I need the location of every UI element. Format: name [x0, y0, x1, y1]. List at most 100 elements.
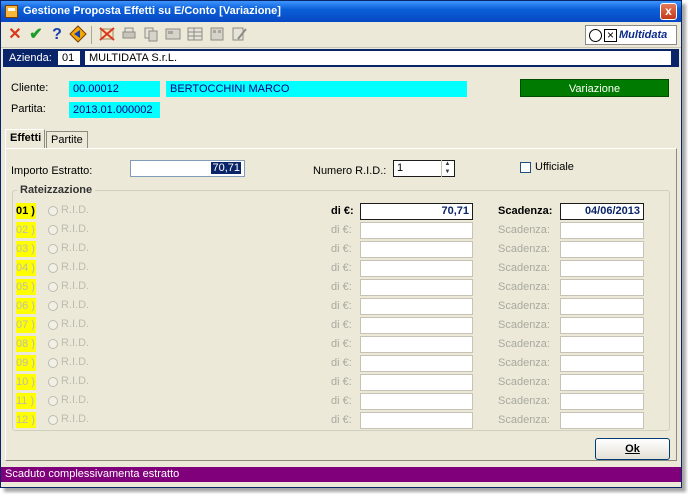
amount-label: di €:: [331, 205, 354, 217]
copy-icon[interactable]: [141, 25, 161, 45]
amount-input[interactable]: [360, 374, 473, 391]
cliente-code-field[interactable]: 00.00012: [69, 81, 160, 97]
amount-label: di €:: [331, 319, 352, 331]
rid-radio-label: R.I.D.: [61, 299, 90, 311]
title-bar[interactable]: Gestione Proposta Effetti su E/Conto [Va…: [1, 1, 681, 22]
due-date-input[interactable]: [560, 317, 644, 334]
cliente-name-field[interactable]: BERTOCCHINI MARCO: [166, 81, 467, 97]
grid-icon[interactable]: [207, 25, 227, 45]
amount-label: di €:: [331, 281, 352, 293]
rid-radio-label: R.I.D.: [61, 204, 90, 216]
numero-rid-label: Numero R.I.D.:: [313, 165, 387, 177]
amount-input[interactable]: [360, 298, 473, 315]
due-date-label: Scadenza:: [498, 319, 550, 331]
due-date-input[interactable]: [560, 298, 644, 315]
row-number: 05 ): [16, 279, 36, 295]
amount-input[interactable]: [360, 260, 473, 277]
x-box-icon: ×: [604, 29, 617, 42]
rid-radio-icon: [48, 396, 58, 406]
amount-input[interactable]: [360, 241, 473, 258]
amount-input[interactable]: [360, 355, 473, 372]
row-number: 03 ): [16, 241, 36, 257]
amount-input[interactable]: [360, 393, 473, 410]
edit-icon[interactable]: [229, 25, 249, 45]
tab-effetti[interactable]: Effetti: [5, 129, 45, 149]
amount-label: di €:: [331, 395, 352, 407]
cliente-label: Cliente:: [11, 82, 49, 94]
due-date-input[interactable]: [560, 355, 644, 372]
row-number: 11 ): [16, 393, 36, 409]
status-badge: Variazione: [520, 79, 669, 97]
due-date-label: Scadenza:: [498, 205, 553, 217]
due-date-label: Scadenza:: [498, 262, 550, 274]
due-date-input[interactable]: [560, 260, 644, 277]
amount-label: di €:: [331, 414, 352, 426]
due-date-input[interactable]: [560, 241, 644, 258]
row-number: 07 ): [16, 317, 36, 333]
azienda-bar: Azienda: 01 MULTIDATA S.r.L.: [3, 49, 679, 67]
toolbar: ✕ ✔ ? × Multidata: [1, 22, 681, 48]
delete-icon[interactable]: [97, 25, 117, 45]
help-icon[interactable]: ?: [47, 25, 67, 45]
ufficiale-checkbox[interactable]: [520, 162, 531, 173]
due-date-input[interactable]: [560, 412, 644, 429]
row-number: 06 ): [16, 298, 36, 314]
rid-radio-label: R.I.D.: [61, 337, 90, 349]
azienda-code: 01: [58, 51, 80, 65]
rid-radio-icon: [48, 377, 58, 387]
rid-radio-icon: [48, 415, 58, 425]
multidata-logo: × Multidata: [585, 25, 677, 45]
navigate-icon[interactable]: [68, 25, 88, 45]
table-icon[interactable]: [185, 25, 205, 45]
status-bar: Scaduto complessivamenta estratto: [1, 467, 681, 482]
rid-radio-icon: [48, 358, 58, 368]
due-date-input[interactable]: [560, 279, 644, 296]
ok-button[interactable]: Ok: [595, 438, 670, 460]
rid-radio-label: R.I.D.: [61, 394, 90, 406]
due-date-label: Scadenza:: [498, 224, 550, 236]
partita-label: Partita:: [11, 103, 46, 115]
amount-input[interactable]: 70,71: [360, 203, 473, 220]
due-date-input[interactable]: [560, 393, 644, 410]
amount-label: di €:: [331, 224, 352, 236]
rid-radio-label: R.I.D.: [61, 280, 90, 292]
partita-field[interactable]: 2013.01.000002: [69, 102, 160, 118]
rid-radio-icon: [48, 301, 58, 311]
toolbar-separator: [91, 26, 92, 44]
rid-radio-label: R.I.D.: [61, 223, 90, 235]
rid-radio-icon: [48, 282, 58, 292]
rid-radio-label: R.I.D.: [61, 242, 90, 254]
importo-input[interactable]: 70,71: [130, 160, 245, 177]
due-date-input[interactable]: 04/06/2013: [560, 203, 644, 220]
confirm-icon[interactable]: ✔: [26, 25, 46, 45]
amount-input[interactable]: [360, 222, 473, 239]
azienda-name: MULTIDATA S.r.L.: [85, 51, 671, 65]
due-date-input[interactable]: [560, 336, 644, 353]
amount-label: di €:: [331, 338, 352, 350]
cancel-icon[interactable]: ✕: [5, 25, 25, 45]
tab-partite[interactable]: Partite: [46, 131, 88, 149]
export-icon[interactable]: [163, 25, 183, 45]
due-date-label: Scadenza:: [498, 300, 550, 312]
row-number: 10 ): [16, 374, 36, 390]
amount-input[interactable]: [360, 317, 473, 334]
numero-rid-value: 1: [397, 162, 404, 174]
print-icon[interactable]: [119, 25, 139, 45]
amount-input[interactable]: [360, 336, 473, 353]
amount-input[interactable]: [360, 279, 473, 296]
ufficiale-label: Ufficiale: [535, 161, 574, 173]
main-window: Gestione Proposta Effetti su E/Conto [Va…: [0, 0, 682, 488]
rid-radio-icon: [48, 244, 58, 254]
row-number: 12 ): [16, 412, 36, 428]
amount-input[interactable]: [360, 412, 473, 429]
numero-rid-spinner[interactable]: ▲ ▼: [441, 160, 453, 177]
due-date-input[interactable]: [560, 222, 644, 239]
window-close-button[interactable]: x: [660, 3, 677, 20]
amount-label: di €:: [331, 243, 352, 255]
due-date-label: Scadenza:: [498, 243, 550, 255]
due-date-label: Scadenza:: [498, 414, 550, 426]
amount-label: di €:: [331, 357, 352, 369]
rid-radio-icon: [48, 320, 58, 330]
circle-icon: [589, 29, 602, 42]
due-date-input[interactable]: [560, 374, 644, 391]
